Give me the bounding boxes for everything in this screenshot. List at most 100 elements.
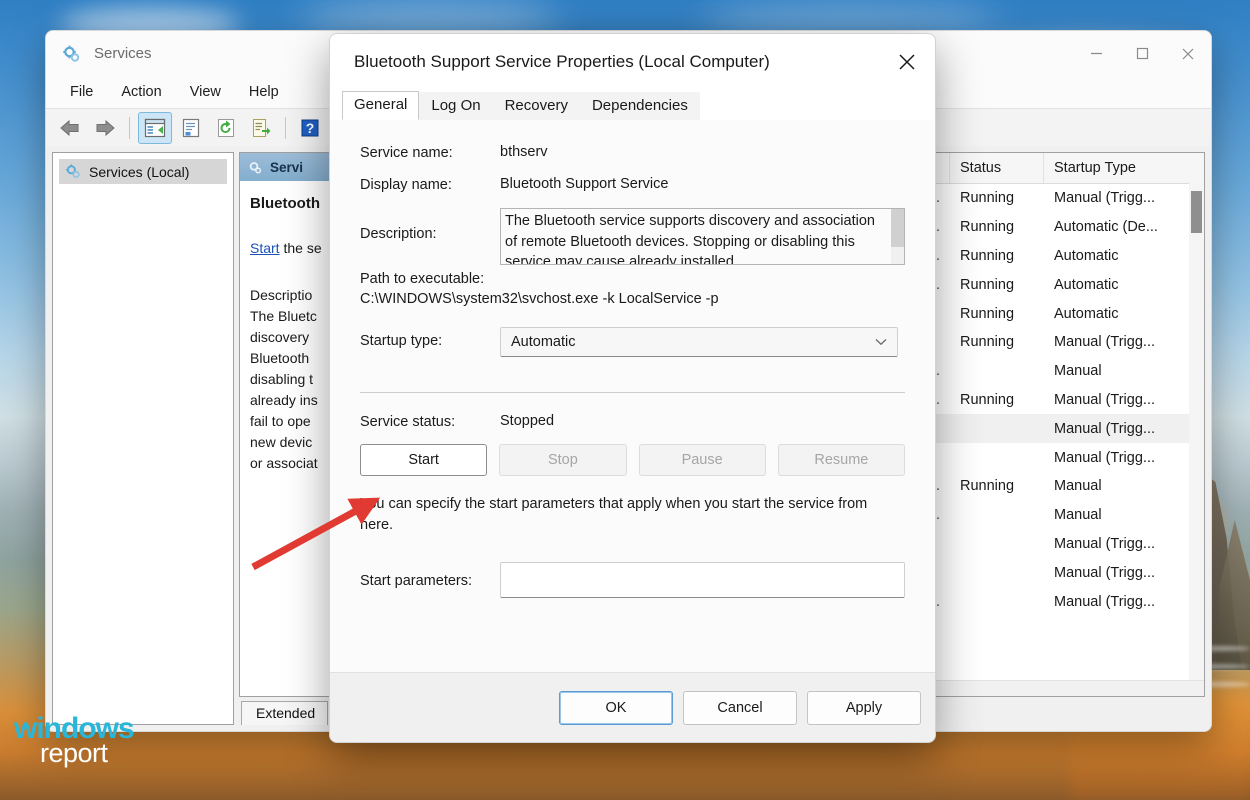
services-window-title: Services [94,45,152,62]
cell-startup-type: Manual (Trigg... [1054,593,1155,610]
description-scrollbar-thumb[interactable] [891,209,904,247]
service-status-value: Stopped [500,413,555,429]
detail-action-rest: the se [279,239,322,256]
description-textbox[interactable]: The Bluetooth service supports discovery… [500,208,892,265]
cell-startup-type: Manual [1054,507,1102,524]
cancel-button[interactable]: Cancel [683,690,797,725]
list-vertical-scrollbar[interactable] [1189,183,1204,681]
dialog-titlebar: Bluetooth Support Service Properties (Lo… [330,34,935,90]
tab-log-on[interactable]: Log On [419,92,493,120]
tab-general[interactable]: General [342,91,420,120]
show-hide-console-tree-icon[interactable] [138,112,172,144]
gear-icon [248,160,263,175]
menu-item-help[interactable]: Help [239,80,289,104]
cell-status: Running [960,478,1015,495]
windows-report-watermark: windows report [14,714,135,767]
back-icon[interactable] [54,113,86,143]
maximize-icon[interactable] [1119,31,1165,76]
menu-item-file[interactable]: File [60,80,103,104]
path-to-executable-value: C:\WINDOWS\system32\svchost.exe -k Local… [360,291,719,307]
cell-startup-type: Manual [1054,363,1102,380]
apply-button[interactable]: Apply [807,690,921,725]
list-vertical-scrollbar-thumb[interactable] [1191,191,1202,233]
start-button[interactable]: Start [360,444,488,476]
window-controls [1073,31,1211,76]
cell-status: Running [960,334,1015,351]
startup-type-label: Startup type: [360,333,443,349]
cell-startup-type: Manual (Trigg... [1054,420,1155,437]
section-divider [360,392,905,393]
cell-status: Running [960,305,1015,322]
tree-node-label: Services (Local) [89,163,190,180]
startup-type-select[interactable]: Automatic [500,327,898,357]
description-label: Description: [360,226,437,242]
dialog-title: Bluetooth Support Service Properties (Lo… [354,52,770,71]
toolbar-separator [129,117,130,139]
cell-startup-type: Manual (Trigg... [1054,334,1155,351]
service-status-label: Service status: [360,414,456,430]
resume-button: Resume [777,444,905,476]
tab-dependencies[interactable]: Dependencies [579,92,700,120]
menu-item-view[interactable]: View [180,80,231,104]
gear-icon [62,44,82,64]
help-icon[interactable]: ? [294,113,326,143]
svg-text:?: ? [306,120,315,136]
display-name-label: Display name: [360,177,452,193]
cell-startup-type: Automatic (De... [1054,219,1158,236]
path-to-executable-block: Path to executable: C:\WINDOWS\system32\… [360,271,905,307]
startup-type-value: Automatic [511,334,576,350]
export-list-icon[interactable] [245,113,277,143]
cell-status: Running [960,247,1015,264]
start-parameters-input[interactable] [500,562,905,599]
start-service-link[interactable]: Start [250,240,280,256]
console-tree-pane: Services (Local) [52,152,234,725]
properties-icon[interactable] [175,113,207,143]
startup-type-row: Startup type: Automatic [360,327,905,357]
minimize-icon[interactable] [1073,31,1119,76]
column-header-status[interactable]: Status [950,153,1044,183]
dialog-footer: OK Cancel Apply [330,672,935,742]
display-name-row: Display name: Bluetooth Support Service [360,176,905,193]
cell-startup-type: Manual (Trigg... [1054,391,1155,408]
cell-startup-type: Manual (Trigg... [1054,535,1155,552]
cell-startup-type: Automatic [1054,276,1119,293]
close-icon[interactable] [879,34,935,90]
tab-recovery[interactable]: Recovery [492,92,580,120]
path-to-executable-label: Path to executable: [360,271,485,287]
service-name-label: Service name: [360,145,453,161]
service-control-buttons: Start Stop Pause Resume [360,444,905,476]
cell-startup-type: Manual (Trigg... [1054,449,1155,466]
description-row: Description: The Bluetooth service suppo… [360,208,905,265]
cell-startup-type: Manual [1054,478,1102,495]
start-parameters-hint: You can specify the start parameters tha… [360,496,868,534]
service-properties-dialog: Bluetooth Support Service Properties (Lo… [329,33,936,743]
description-scrollbar[interactable] [891,208,905,265]
cell-startup-type: Automatic [1054,305,1119,322]
service-name-value: bthserv [500,144,548,160]
service-status-row: Service status: Stopped [360,413,905,430]
cell-status: Running [960,219,1015,236]
display-name-value: Bluetooth Support Service [500,176,669,192]
cell-status: Running [960,190,1015,207]
refresh-icon[interactable] [210,113,242,143]
chevron-down-icon [875,334,887,350]
toolbar-separator [285,117,286,139]
dialog-general-page: Service name: bthserv Display name: Blue… [330,120,935,672]
stop-button: Stop [499,444,627,476]
forward-icon[interactable] [89,113,121,143]
gear-icon [65,163,82,180]
cell-startup-type: Manual (Trigg... [1054,564,1155,581]
start-parameters-row: Start parameters: [360,562,905,599]
cell-status: Running [960,391,1015,408]
detail-pane-header-label: Servi [270,159,304,175]
tab-extended[interactable]: Extended [241,701,329,725]
menu-item-action[interactable]: Action [111,80,171,104]
tree-node-services-local[interactable]: Services (Local) [59,159,227,184]
ok-button[interactable]: OK [559,690,673,725]
column-header-startup-type[interactable]: Startup Type [1044,153,1204,183]
close-icon[interactable] [1165,31,1211,76]
service-name-row: Service name: bthserv [360,144,905,161]
pause-button: Pause [638,444,766,476]
start-parameters-label: Start parameters: [360,572,473,589]
cell-startup-type: Manual (Trigg... [1054,190,1155,207]
